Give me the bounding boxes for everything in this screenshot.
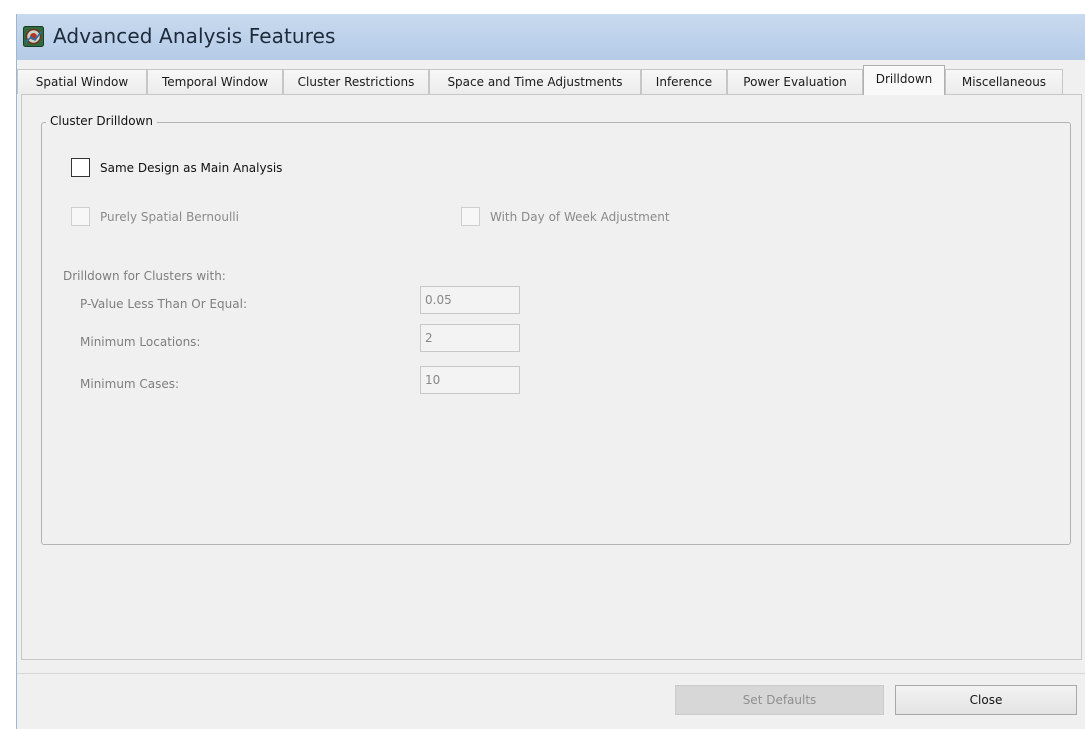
tab-miscellaneous[interactable]: Miscellaneous xyxy=(945,69,1063,94)
tab-bar: Spatial Window Temporal Window Cluster R… xyxy=(17,65,1085,95)
cluster-drilldown-group: Cluster Drilldown Same Design as Main An… xyxy=(41,114,1071,545)
tab-space-time-adjustments[interactable]: Space and Time Adjustments xyxy=(429,69,641,94)
same-design-label: Same Design as Main Analysis xyxy=(100,160,283,175)
day-of-week-option[interactable]: With Day of Week Adjustment xyxy=(461,207,670,226)
min-cases-label: Minimum Cases: xyxy=(80,377,180,391)
min-locations-label: Minimum Locations: xyxy=(80,335,201,349)
close-button[interactable]: Close xyxy=(895,685,1077,715)
purely-spatial-option[interactable]: Purely Spatial Bernoulli xyxy=(71,207,239,226)
same-design-checkbox[interactable] xyxy=(71,158,90,177)
set-defaults-button[interactable]: Set Defaults xyxy=(675,685,884,715)
app-icon xyxy=(23,26,44,47)
tab-power-evaluation[interactable]: Power Evaluation xyxy=(727,69,863,94)
group-title: Cluster Drilldown xyxy=(46,114,157,128)
min-locations-field[interactable]: 2 xyxy=(420,324,520,352)
day-of-week-checkbox[interactable] xyxy=(461,207,480,226)
window-title: Advanced Analysis Features xyxy=(53,24,336,48)
purely-spatial-label: Purely Spatial Bernoulli xyxy=(100,209,239,224)
day-of-week-label: With Day of Week Adjustment xyxy=(490,209,670,224)
min-cases-field[interactable]: 10 xyxy=(420,366,520,394)
advanced-analysis-window: Advanced Analysis Features Spatial Windo… xyxy=(16,14,1085,729)
drilldown-panel: Cluster Drilldown Same Design as Main An… xyxy=(21,94,1082,660)
tab-inference[interactable]: Inference xyxy=(641,69,727,94)
tab-temporal-window[interactable]: Temporal Window xyxy=(147,69,283,94)
title-bar: Advanced Analysis Features xyxy=(17,14,1085,60)
pvalue-label: P-Value Less Than Or Equal: xyxy=(80,297,247,311)
drilldown-section-label: Drilldown for Clusters with: xyxy=(63,269,226,283)
purely-spatial-checkbox[interactable] xyxy=(71,207,90,226)
pvalue-field[interactable]: 0.05 xyxy=(420,286,520,314)
tab-drilldown[interactable]: Drilldown xyxy=(863,65,945,95)
same-design-option[interactable]: Same Design as Main Analysis xyxy=(71,158,282,177)
footer-separator xyxy=(17,673,1085,674)
tab-spatial-window[interactable]: Spatial Window xyxy=(17,69,147,94)
tab-cluster-restrictions[interactable]: Cluster Restrictions xyxy=(283,69,429,94)
